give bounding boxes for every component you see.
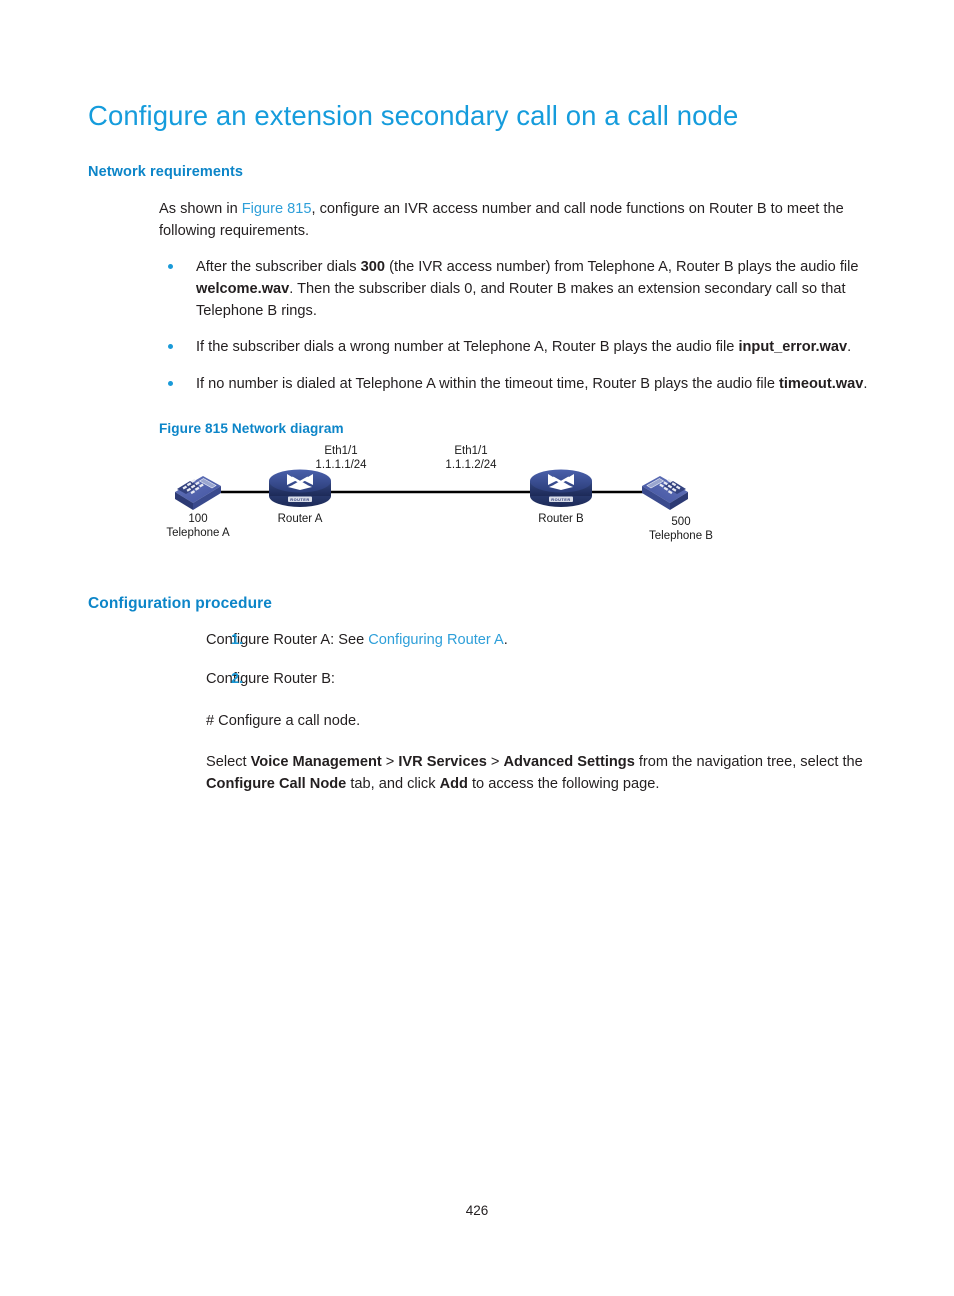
router-a-interface-label: Eth1/1 1.1.1.1/24 (296, 444, 386, 473)
emphasis-text: Add (440, 776, 468, 792)
page-content: Configure an extension secondary call on… (88, 0, 878, 795)
text-run: If no number is dialed at Telephone A wi… (196, 376, 779, 392)
emphasis-text: Advanced Settings (503, 754, 634, 770)
list-item: If the subscriber dials a wrong number a… (159, 322, 878, 358)
text-run: Configure Router B: (206, 671, 335, 687)
step-2-subcontent: # Configure a call node. Select Voice Ma… (206, 691, 878, 796)
navigation-instruction: Select Voice Management > IVR Services >… (206, 732, 878, 795)
text-run: > (487, 754, 504, 770)
document-page: Configure an extension secondary call on… (0, 0, 954, 1296)
emphasis-text: timeout.wav (779, 376, 863, 392)
section-heading-configuration-procedure: Configuration procedure (88, 548, 878, 613)
intro-paragraph: As shown in Figure 815, configure an IVR… (159, 180, 878, 242)
section-heading-network-requirements: Network requirements (88, 132, 878, 180)
emphasis-text: IVR Services (398, 754, 486, 770)
network-diagram-figure: ROUTER ROUTER (159, 448, 779, 548)
text-run: > (382, 754, 399, 770)
telephone-a-label: 100 Telephone A (153, 512, 243, 541)
text-run: After the subscriber dials (196, 259, 361, 275)
text-run: tab, and click (346, 776, 439, 792)
router-a-label: Router A (255, 512, 345, 526)
list-item: If no number is dialed at Telephone A wi… (159, 359, 878, 395)
step-number: 1. (231, 630, 253, 652)
intro-text-pre: As shown in (159, 201, 242, 217)
text-run: If the subscriber dials a wrong number a… (196, 339, 738, 355)
text-run: Select (206, 754, 251, 770)
text-run: from the navigation tree, select the (635, 754, 863, 770)
text-run: # Configure a call node. (206, 713, 360, 729)
text-run: (the IVR access number) from Telephone A… (385, 259, 858, 275)
text-run: . (847, 339, 851, 355)
router-b-interface-label: Eth1/1 1.1.1.2/24 (426, 444, 516, 473)
list-item: 1. Configure Router A: See Configuring R… (159, 613, 878, 652)
telephone-a-icon (175, 476, 221, 510)
bullet-text: If the subscriber dials a wrong number a… (196, 339, 851, 355)
router-a-icon: ROUTER (269, 469, 331, 507)
cross-reference-link[interactable]: Configuring Router A (368, 632, 503, 648)
figure-815-xref[interactable]: Figure 815 (242, 201, 312, 217)
step-number: 2. (231, 669, 253, 691)
step-text: Configure Router B: (206, 671, 335, 687)
list-item: 2. Configure Router B: (159, 652, 878, 691)
emphasis-text: 300 (361, 259, 385, 275)
emphasis-text: input_error.wav (738, 339, 847, 355)
list-item: After the subscriber dials 300 (the IVR … (159, 242, 878, 323)
text-run: to access the following page. (468, 776, 659, 792)
requirements-bullet-list: After the subscriber dials 300 (the IVR … (159, 242, 878, 395)
bullet-text: After the subscriber dials 300 (the IVR … (196, 259, 859, 319)
bullet-dot-icon (168, 264, 173, 269)
text-run: . (504, 632, 508, 648)
network-requirements-body: As shown in Figure 815, configure an IVR… (159, 180, 878, 436)
figure-caption: Figure 815 Network diagram (159, 395, 878, 436)
comment-line: # Configure a call node. (206, 691, 878, 732)
router-b-label: Router B (516, 512, 606, 526)
router-a-icon-text: ROUTER (290, 497, 309, 502)
bullet-text: If no number is dialed at Telephone A wi… (196, 376, 867, 392)
emphasis-text: welcome.wav (196, 281, 289, 297)
bullet-dot-icon (168, 381, 173, 386)
telephone-b-icon (642, 476, 688, 510)
page-title: Configure an extension secondary call on… (88, 0, 878, 132)
emphasis-text: Voice Management (251, 754, 382, 770)
emphasis-text: Configure Call Node (206, 776, 346, 792)
router-b-icon: ROUTER (530, 469, 592, 507)
configuration-steps-list: 1. Configure Router A: See Configuring R… (159, 613, 878, 691)
text-run: . Then the subscriber dials 0, and Route… (196, 281, 846, 319)
bullet-dot-icon (168, 344, 173, 349)
router-b-icon-text: ROUTER (551, 497, 570, 502)
telephone-b-label: 500 Telephone B (636, 515, 726, 544)
page-number: 426 (0, 1203, 954, 1218)
text-run: . (863, 376, 867, 392)
